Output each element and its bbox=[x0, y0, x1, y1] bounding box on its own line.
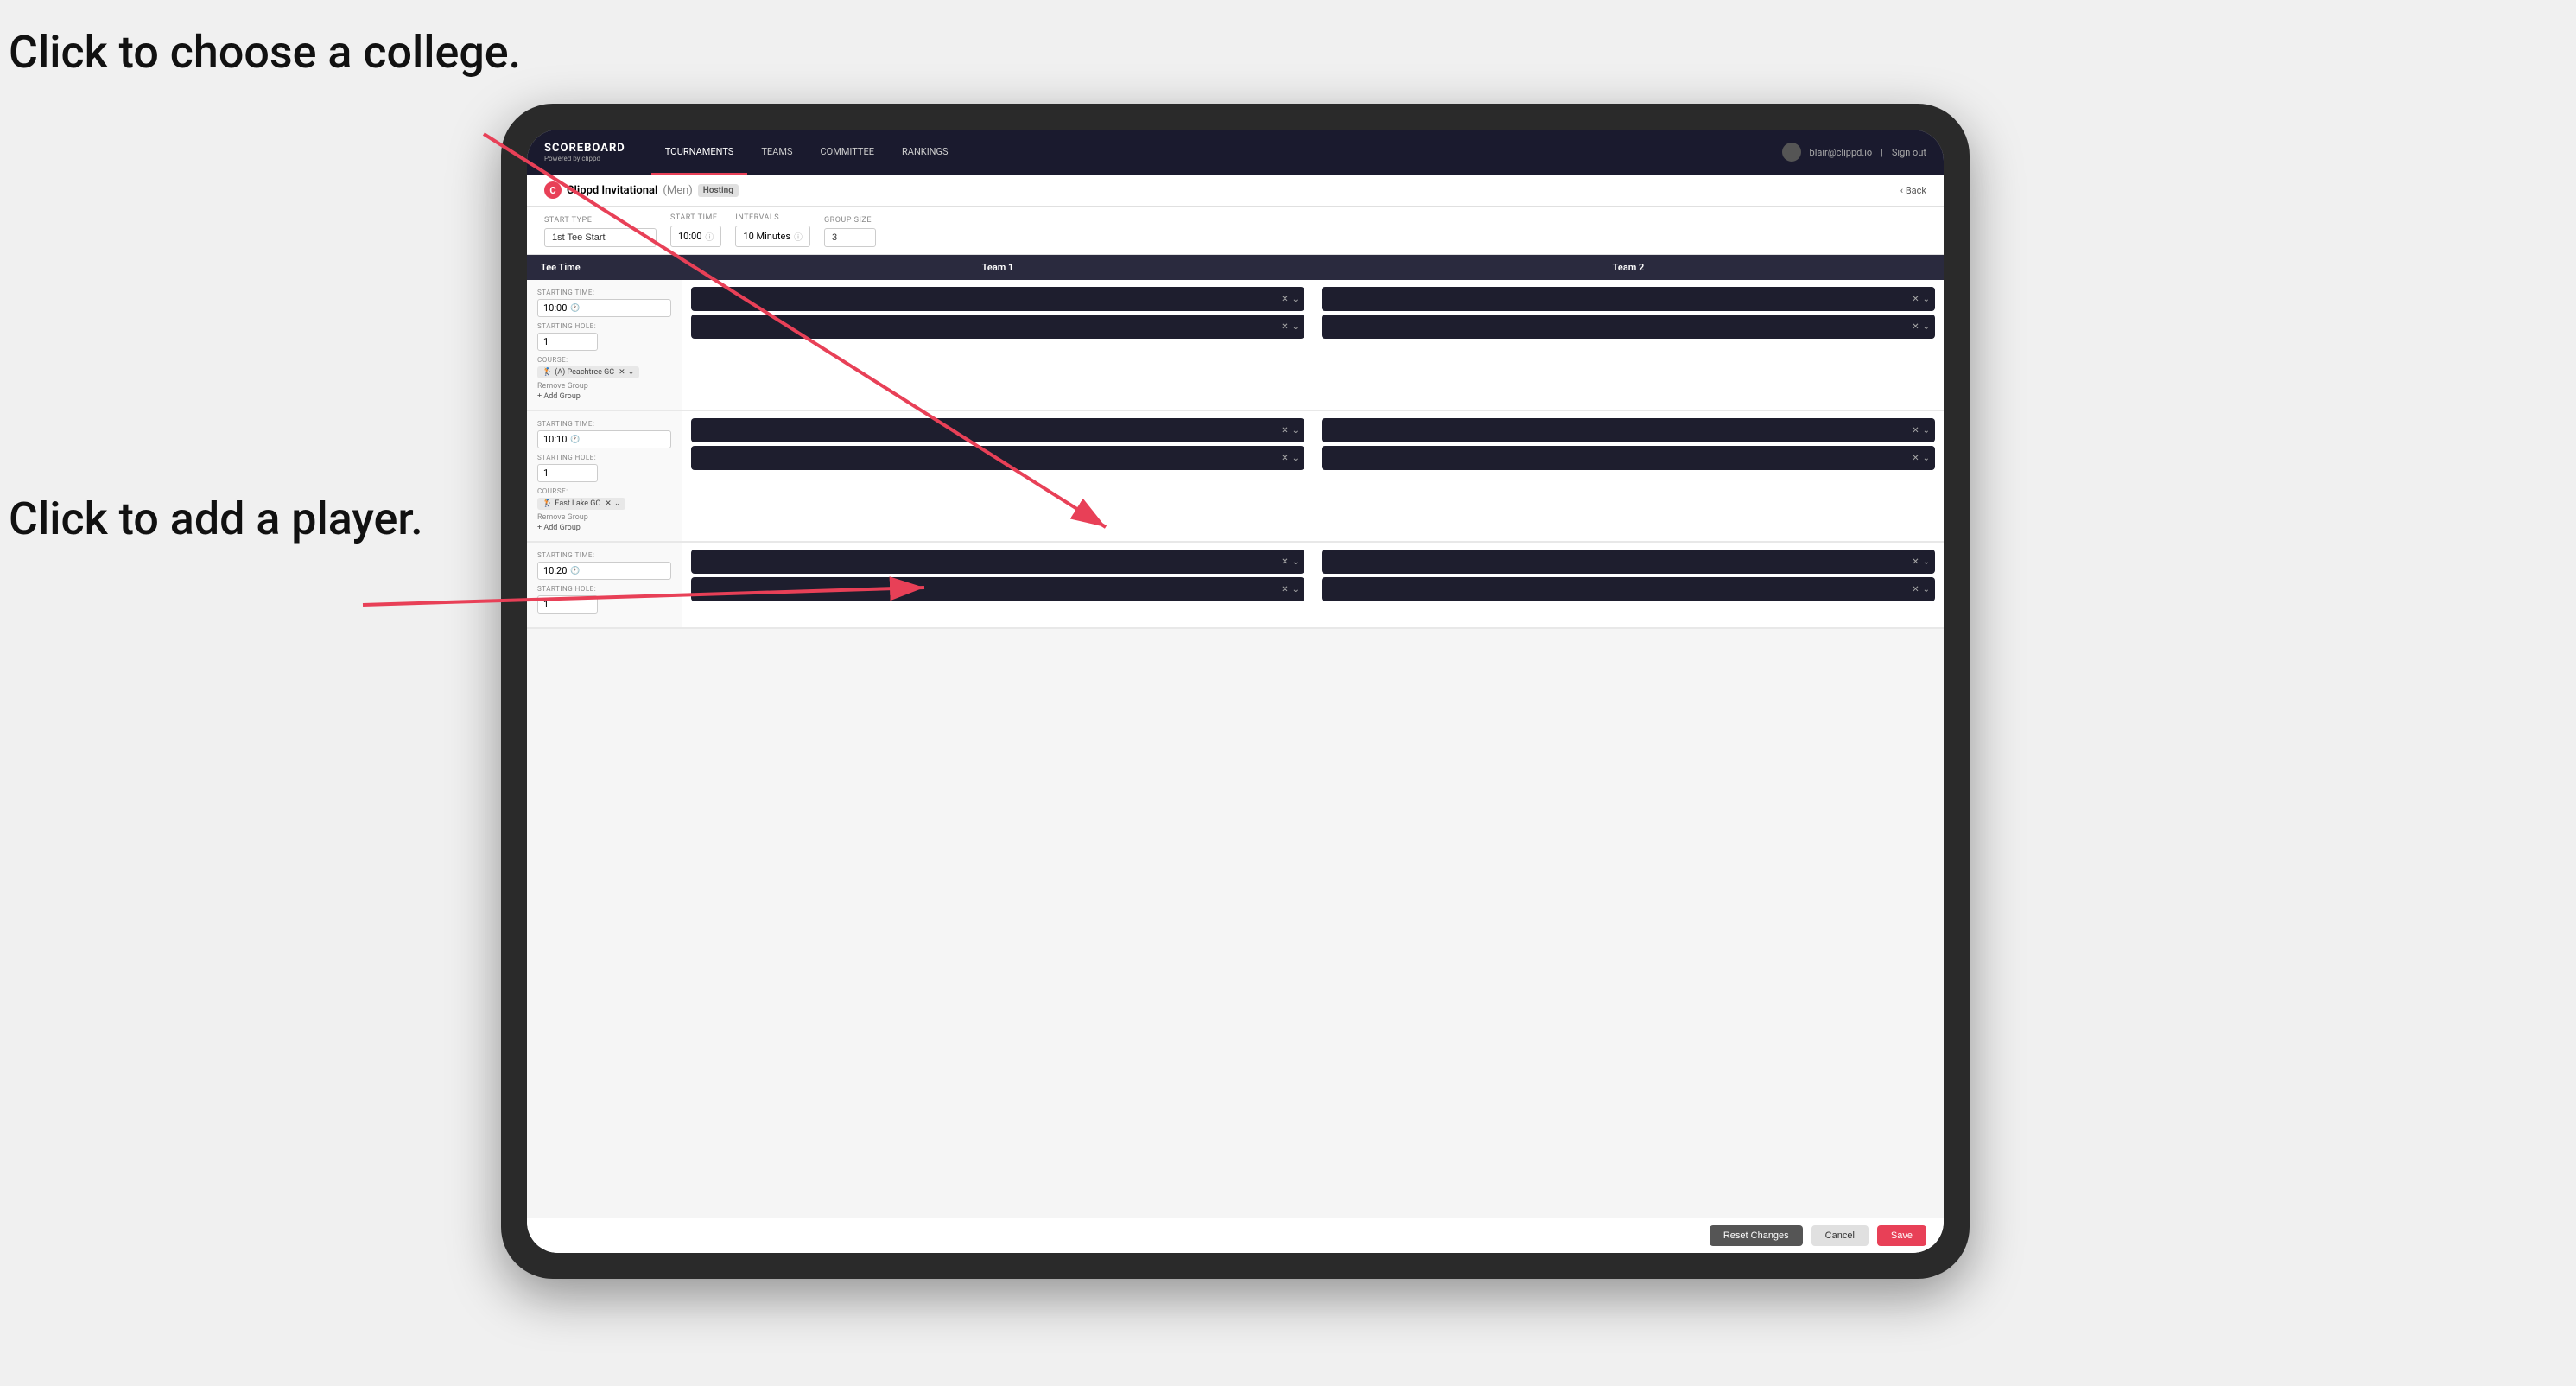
start-time-label-0: STARTING TIME: bbox=[537, 289, 671, 296]
start-time-group: Start Time 10:00 ⓘ bbox=[670, 213, 721, 247]
player-slot[interactable]: ✕ ⌄ bbox=[691, 418, 1304, 442]
team1-col-header: Team 1 bbox=[682, 255, 1313, 280]
tab-committee[interactable]: COMMITTEE bbox=[806, 130, 888, 175]
annotation-top: Click to choose a college. bbox=[9, 26, 521, 79]
hole-label-2: STARTING HOLE: bbox=[537, 585, 671, 593]
remove-group-1[interactable]: Remove Group bbox=[537, 513, 671, 522]
team2-cell-1: ✕ ⌄ ✕ ⌄ bbox=[1313, 411, 1944, 541]
clock-icon-1: 🕐 bbox=[570, 436, 580, 444]
tablet-screen: SCOREBOARD Powered by clippd TOURNAMENTS… bbox=[527, 130, 1944, 1253]
nav-tabs: TOURNAMENTS TEAMS COMMITTEE RANKINGS bbox=[651, 130, 1782, 175]
start-time-input-0[interactable]: 10:00 🕐 bbox=[537, 299, 671, 317]
group-size-group: Group Size 3 bbox=[824, 216, 876, 247]
hole-label-0: STARTING HOLE: bbox=[537, 322, 671, 330]
hole-input-1[interactable]: 1 bbox=[537, 464, 598, 482]
group-row: STARTING TIME: 10:10 🕐 STARTING HOLE: 1 … bbox=[527, 411, 1944, 543]
sub-header: C Clippd Invitational (Men) Hosting ‹ Ba… bbox=[527, 175, 1944, 207]
app-header: SCOREBOARD Powered by clippd TOURNAMENTS… bbox=[527, 130, 1944, 175]
start-time-value: 10:00 bbox=[678, 231, 701, 242]
team2-col-header: Team 2 bbox=[1313, 255, 1944, 280]
main-content: STARTING TIME: 10:00 🕐 STARTING HOLE: 1 … bbox=[527, 280, 1944, 1218]
group-row: STARTING TIME: 10:00 🕐 STARTING HOLE: 1 … bbox=[527, 280, 1944, 411]
team1-cell-1: ✕ ⌄ ✕ ⌄ bbox=[682, 411, 1313, 541]
start-type-select[interactable]: 1st Tee Start bbox=[544, 228, 657, 247]
player-slot[interactable]: ✕ ⌄ bbox=[1322, 446, 1935, 470]
start-time-input-2[interactable]: 10:20 🕐 bbox=[537, 562, 671, 580]
player-slot[interactable]: ✕ ⌄ bbox=[1322, 287, 1935, 311]
remove-group-0[interactable]: Remove Group bbox=[537, 382, 671, 391]
clock-icon-0: 🕐 bbox=[570, 304, 580, 313]
course-tag-1[interactable]: 🏌 East Lake GC ✕ ⌄ bbox=[537, 498, 625, 510]
tab-tournaments[interactable]: TOURNAMENTS bbox=[651, 130, 748, 175]
tournament-title: C Clippd Invitational (Men) Hosting bbox=[544, 181, 739, 199]
player-slot[interactable]: ✕ ⌄ bbox=[1322, 315, 1935, 339]
intervals-info-icon: ⓘ bbox=[794, 230, 803, 243]
controls-row: Start Type 1st Tee Start Start Time 10:0… bbox=[527, 207, 1944, 255]
clock-icon-2: 🕐 bbox=[570, 567, 580, 575]
time-info-icon: ⓘ bbox=[705, 230, 714, 243]
hole-input-0[interactable]: 1 bbox=[537, 333, 598, 351]
intervals-value: 10 Minutes bbox=[743, 231, 790, 242]
start-time-label-2: STARTING TIME: bbox=[537, 551, 671, 559]
hole-input-2[interactable]: 1 bbox=[537, 595, 598, 614]
add-group-1[interactable]: + Add Group bbox=[537, 524, 671, 532]
player-slot[interactable]: ✕ ⌄ bbox=[1322, 418, 1935, 442]
add-group-0[interactable]: + Add Group bbox=[537, 392, 671, 401]
course-label-0: COURSE: bbox=[537, 356, 671, 364]
tab-teams[interactable]: TEAMS bbox=[747, 130, 806, 175]
player-slot[interactable]: ✕ ⌄ bbox=[1322, 550, 1935, 574]
avatar bbox=[1782, 143, 1801, 162]
tab-rankings[interactable]: RANKINGS bbox=[888, 130, 962, 175]
table-header: Tee Time Team 1 Team 2 bbox=[527, 255, 1944, 280]
group-size-select[interactable]: 3 bbox=[824, 228, 876, 247]
course-label-1: COURSE: bbox=[537, 487, 671, 495]
start-time-label-1: STARTING TIME: bbox=[537, 420, 671, 428]
player-slot[interactable]: ✕ ⌄ bbox=[691, 577, 1304, 601]
team1-cell-2: ✕ ⌄ ✕ ⌄ bbox=[682, 543, 1313, 627]
save-button[interactable]: Save bbox=[1877, 1225, 1926, 1246]
header-right: blair@clippd.io | Sign out bbox=[1782, 143, 1926, 162]
player-slot[interactable]: ✕ ⌄ bbox=[691, 550, 1304, 574]
c-logo: C bbox=[544, 181, 562, 199]
group-row: STARTING TIME: 10:20 🕐 STARTING HOLE: 1 … bbox=[527, 543, 1944, 629]
start-time-input-1[interactable]: 10:10 🕐 bbox=[537, 430, 671, 448]
annotation-bottom: Click to add a player. bbox=[9, 493, 423, 546]
scoreboard-logo: SCOREBOARD Powered by clippd bbox=[544, 142, 625, 162]
reset-changes-button[interactable]: Reset Changes bbox=[1710, 1225, 1803, 1246]
group-left-1: STARTING TIME: 10:10 🕐 STARTING HOLE: 1 … bbox=[527, 411, 682, 541]
hosting-badge: Hosting bbox=[698, 184, 739, 197]
tee-time-col-header: Tee Time bbox=[527, 255, 682, 280]
course-tag-0[interactable]: 🏌 (A) Peachtree GC ✕ ⌄ bbox=[537, 366, 639, 378]
intervals-group: Intervals 10 Minutes ⓘ bbox=[735, 213, 810, 247]
tablet-frame: SCOREBOARD Powered by clippd TOURNAMENTS… bbox=[501, 104, 1970, 1279]
team1-cell-0: ✕ ⌄ ✕ ⌄ bbox=[682, 280, 1313, 410]
app-footer: Reset Changes Cancel Save bbox=[527, 1218, 1944, 1253]
cancel-button[interactable]: Cancel bbox=[1811, 1225, 1869, 1246]
player-slot[interactable]: ✕ ⌄ bbox=[1322, 577, 1935, 601]
team2-cell-2: ✕ ⌄ ✕ ⌄ bbox=[1313, 543, 1944, 627]
sign-out-link[interactable]: Sign out bbox=[1892, 147, 1926, 158]
player-slot[interactable]: ✕ ⌄ bbox=[691, 287, 1304, 311]
team2-cell-0: ✕ ⌄ ✕ ⌄ bbox=[1313, 280, 1944, 410]
group-left-2: STARTING TIME: 10:20 🕐 STARTING HOLE: 1 bbox=[527, 543, 682, 627]
hole-label-1: STARTING HOLE: bbox=[537, 454, 671, 461]
start-type-group: Start Type 1st Tee Start bbox=[544, 216, 657, 247]
back-button[interactable]: ‹ Back bbox=[1900, 185, 1926, 196]
player-slot[interactable]: ✕ ⌄ bbox=[691, 315, 1304, 339]
player-slot[interactable]: ✕ ⌄ bbox=[691, 446, 1304, 470]
group-left-0: STARTING TIME: 10:00 🕐 STARTING HOLE: 1 … bbox=[527, 280, 682, 410]
